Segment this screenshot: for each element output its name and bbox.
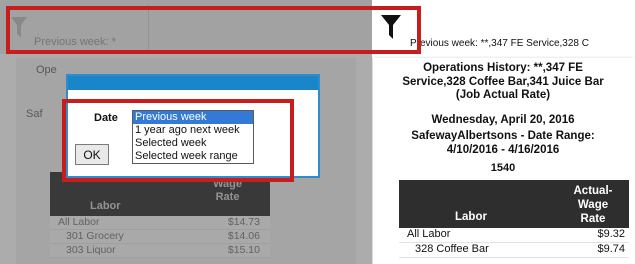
left-panel: Previous week: * Ope Saf Labor Wage Rate… [0,0,372,264]
col-actual-wage-rate: Actual- Wage Rate [563,184,623,226]
row-value: $9.74 [597,243,625,255]
row-value: $9.32 [597,228,625,240]
date-dialog: Date Previous week 1 year ago next week … [66,74,320,178]
col-rate-line2: Wage [577,199,609,211]
ok-button[interactable]: OK [75,144,109,165]
labor-rate-table: Labor Actual- Wage Rate All Labor $9.32 … [399,180,629,258]
table-row: All Labor $9.32 [399,228,629,243]
report-code: 1540 [490,162,516,174]
option-selected-week-range[interactable]: Selected week range [133,150,253,163]
option-selected-week[interactable]: Selected week [133,137,253,150]
report-title: Operations History: **,347 FE Service,32… [402,62,604,101]
row-name: 328 Coffee Bar [415,243,489,255]
option-1-year-ago-next-week[interactable]: 1 year ago next week [133,124,253,137]
col-labor: Labor [455,211,487,223]
date-range-listbox[interactable]: Previous week 1 year ago next week Selec… [132,110,254,164]
report: Operations History: **,347 FE Service,32… [372,58,635,264]
table-row: 328 Coffee Bar $9.74 [399,243,629,258]
right-panel: Previous week: **,347 FE Service,328 C O… [372,0,635,264]
table-header: Labor Actual- Wage Rate [399,180,629,228]
report-date-range: SafewayAlbertsons - Date Range: 4/10/201… [411,130,595,156]
col-rate-line3: Rate [580,213,606,225]
col-rate-line1: Actual- [573,185,613,197]
report-date: Wednesday, April 20, 2016 [431,114,575,126]
date-label: Date [94,112,118,124]
filter-label: Previous week: **,347 FE Service,328 C [410,38,589,49]
filter-icon[interactable] [380,14,402,40]
dialog-titlebar[interactable] [68,76,318,90]
option-previous-week[interactable]: Previous week [133,111,253,124]
right-filter-bar: Previous week: **,347 FE Service,328 C [372,0,635,54]
row-name: All Labor [407,228,451,240]
